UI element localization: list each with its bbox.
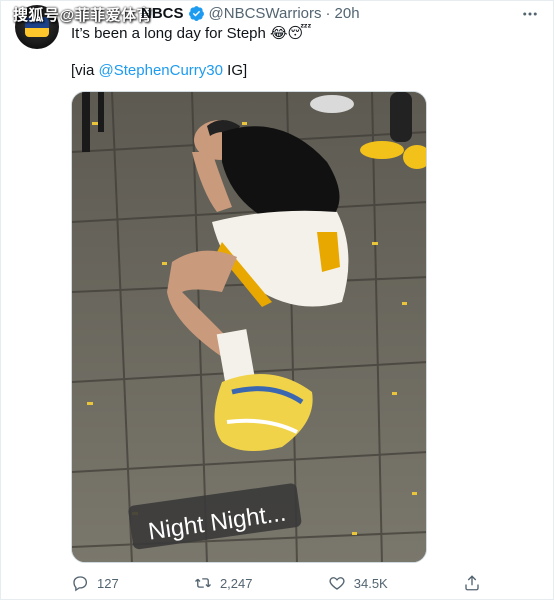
heart-icon [329,577,345,590]
mention-link[interactable]: @StephenCurry30 [99,62,223,79]
tweet-card[interactable]: 搜狐号@菲菲爱体育 NBCS @NBCSWarriors · 20h It’s … [0,0,554,600]
verified-badge-icon [188,6,204,21]
more-options-icon[interactable] [521,5,539,28]
timestamp[interactable]: 20h [335,5,360,22]
via-suffix: IG] [222,62,248,79]
author-name[interactable]: NBCS [141,5,184,22]
tweet-header: NBCS @NBCSWarriors · 20h [141,5,360,22]
via-attribution: [via @StephenCurry30 IG] [71,61,247,81]
photo-illustration: Night Night... [72,92,426,562]
like-button[interactable]: 34.5K [328,574,388,592]
share-icon [465,575,479,591]
tweet-text: It’s been a long day for Steph 😂😴 [71,25,312,42]
retweet-count: 2,247 [219,575,253,591]
reply-button[interactable]: 127 [71,574,119,592]
retweet-icon [194,578,211,588]
share-button[interactable] [463,574,481,592]
retweet-button[interactable]: 2,247 [194,574,253,592]
watermark: 搜狐号@菲菲爱体育 [13,7,153,24]
tweet-photo[interactable]: Night Night... [71,91,427,563]
separator-dot: · [325,5,331,22]
via-prefix: [via [71,62,99,79]
reply-count: 127 [97,575,119,591]
author-handle[interactable]: @NBCSWarriors [209,5,322,22]
tweet-actions: 127 2,247 34.5K [71,574,481,592]
like-count: 34.5K [353,575,388,591]
reply-icon [73,576,88,592]
